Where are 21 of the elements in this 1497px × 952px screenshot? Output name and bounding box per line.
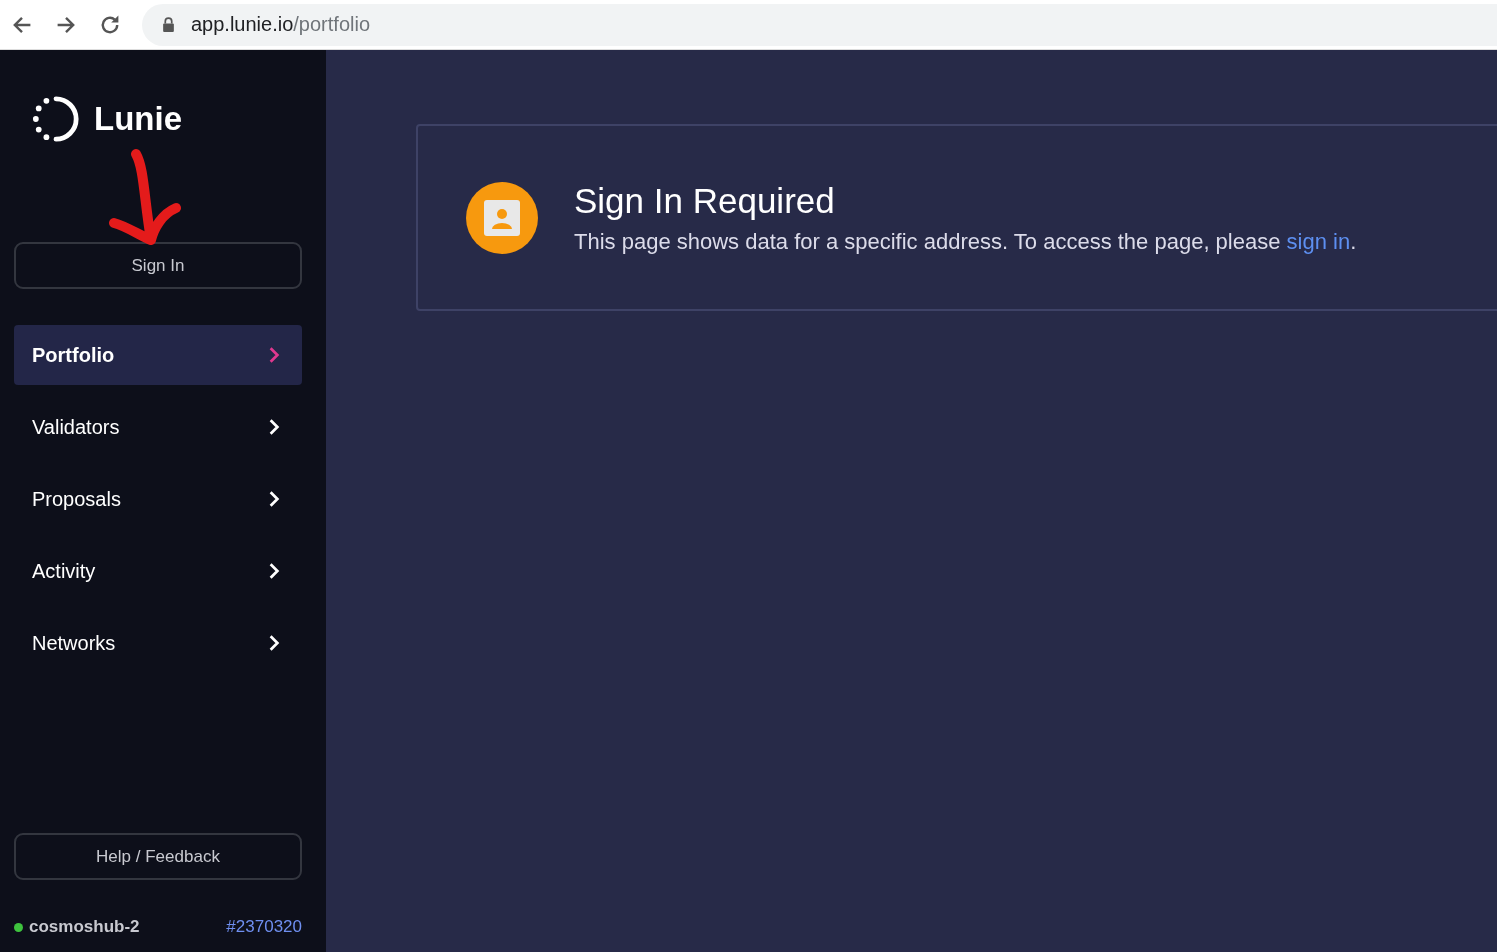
notice-text: This page shows data for a specific address. To access the page, please sign in. (574, 228, 1357, 255)
address-bar[interactable]: app.lunie.io/portfolio (142, 3, 1497, 46)
nav-item[interactable]: Portfolio (14, 325, 302, 385)
notice-title: Sign In Required (574, 180, 836, 221)
help-feedback-button[interactable]: Help / Feedback (14, 833, 302, 880)
sign-in-button[interactable]: Sign In (14, 242, 302, 289)
nav-item[interactable]: Validators (14, 397, 302, 457)
chevron-right-icon (268, 418, 280, 436)
network-name: cosmoshub-2 (29, 917, 141, 937)
nav-item[interactable]: Activity (14, 541, 302, 601)
nav-item[interactable]: Networks (14, 613, 302, 673)
chevron-right-icon (268, 490, 280, 508)
chevron-right-icon (268, 346, 280, 364)
nav-item[interactable]: Proposals (14, 469, 302, 529)
sign-in-link[interactable]: sign in (1286, 228, 1351, 254)
logo-icon (32, 95, 80, 143)
lock-icon (162, 17, 175, 32)
chevron-right-icon (268, 562, 280, 580)
block-height: #2370320 (226, 917, 302, 937)
chevron-right-icon (268, 634, 280, 652)
logo-text: Lunie (94, 100, 182, 138)
